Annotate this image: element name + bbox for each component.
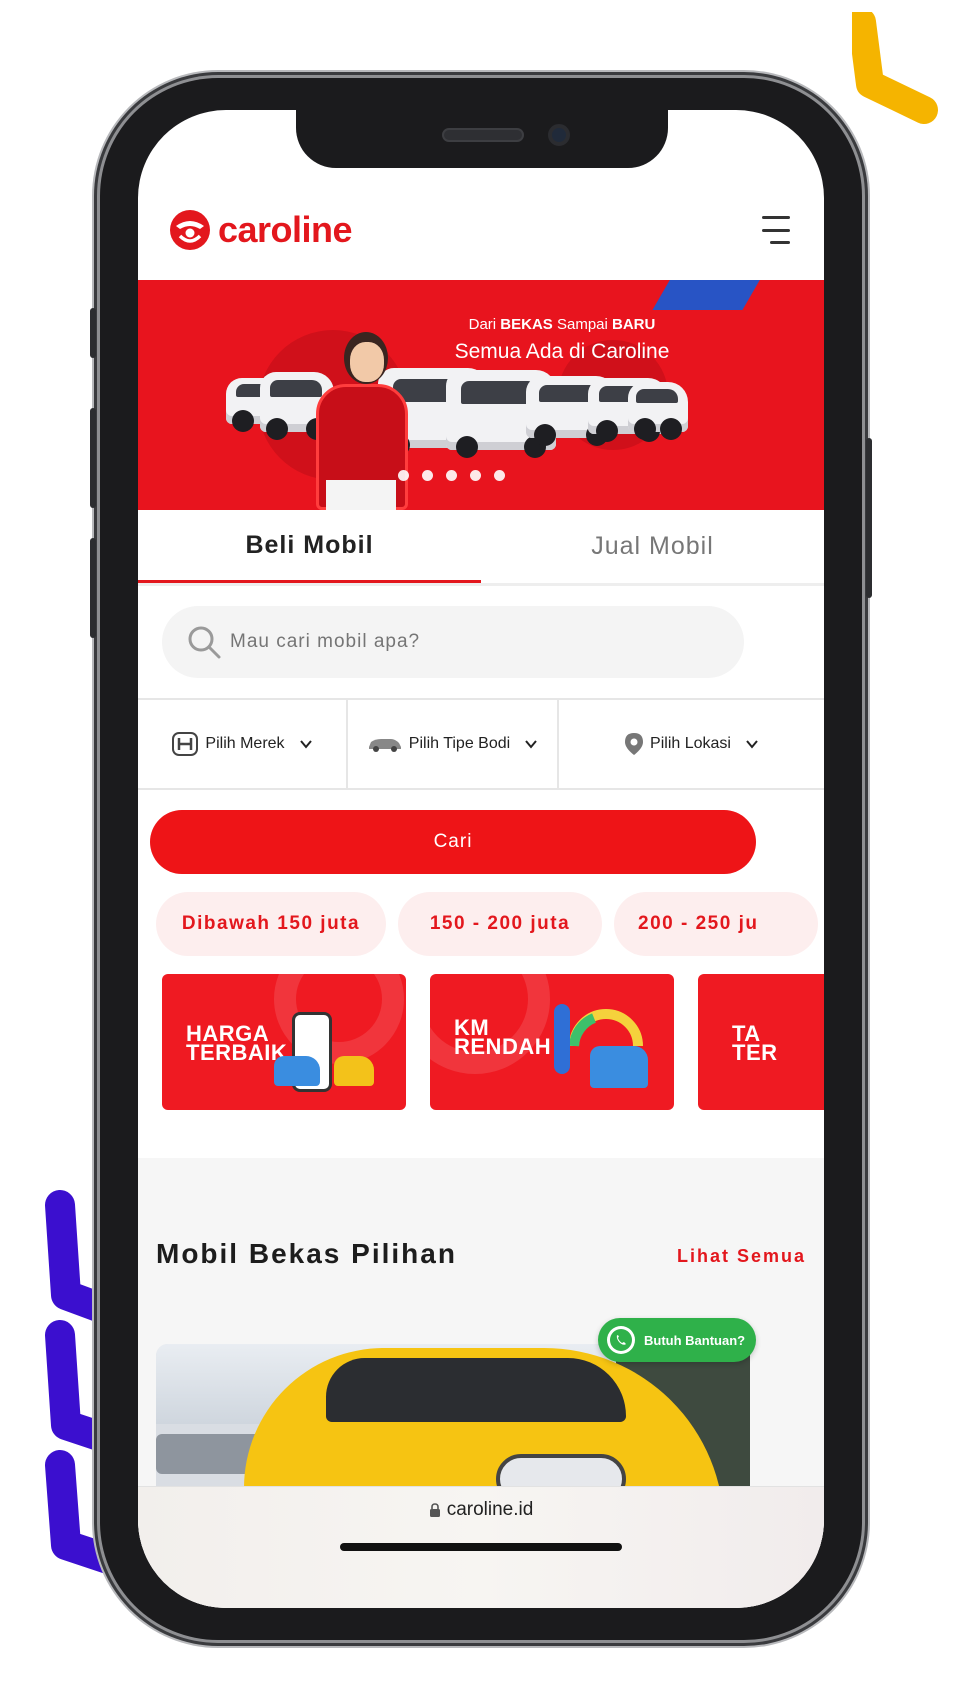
chevron-down-icon [525,740,537,749]
location-pin-icon [625,733,644,755]
phone-frame: caroline Dari BEKAS Sampai BARU Semua Ad… [90,78,872,1640]
search-submit-button[interactable]: Cari [150,810,756,874]
url-text: caroline.id [446,1499,534,1520]
notch [296,110,668,168]
search-input[interactable] [230,631,650,653]
banner-model-face [350,342,384,382]
logo-wordmark: caroline [218,209,353,250]
home-indicator[interactable] [340,1543,622,1551]
car-illustration [590,1046,648,1088]
location-filter-dropdown[interactable]: Pilih Lokasi [557,700,824,788]
banner-tagline: Dari BEKAS Sampai BARU [468,316,656,333]
price-chip-200-250[interactable]: 200 - 250 ju [614,892,818,956]
speedometer-illustration [569,1009,643,1047]
body-type-filter-label: Pilih Tipe Bodi [408,735,511,752]
banner-model-skirt [326,480,396,510]
banner-headline: Semua Ada di Caroline [454,340,670,363]
lock-icon [429,1503,440,1517]
promo-card-partial[interactable]: TA TER [698,974,824,1110]
power-button [866,438,872,598]
carousel-dot[interactable] [398,470,409,481]
car-body-icon [368,739,401,752]
filter-row: Pilih Merek Pilih Tipe Bodi Pilih Lokasi [138,698,824,790]
hero-banner-carousel[interactable]: Dari BEKAS Sampai BARU Semua Ada di Caro… [138,280,824,510]
see-all-link[interactable]: Lihat Semua [677,1246,806,1267]
whatsapp-help-button[interactable]: Butuh Bantuan? [598,1318,756,1362]
carousel-dot[interactable] [446,470,457,481]
carousel-dot[interactable] [422,470,433,481]
tab-jual-mobil[interactable]: Jual Mobil [481,510,824,583]
steering-wheel-logo-icon [170,210,210,250]
front-camera [548,124,570,146]
phone-screen: caroline Dari BEKAS Sampai BARU Semua Ad… [138,110,824,1608]
promo-title: KM RENDAH [454,1015,552,1059]
banner-car-image [628,382,688,440]
promo-cards-row: HARGA TERBAIK KM RENDAH TA TER [162,974,824,1110]
promo-card-km-rendah[interactable]: KM RENDAH [430,974,674,1110]
body-type-filter-dropdown[interactable]: Pilih Tipe Bodi [346,700,557,788]
search-icon [188,626,221,659]
brand-filter-dropdown[interactable]: Pilih Merek [138,700,346,788]
chevron-down-icon [746,740,758,749]
price-chip-150-200[interactable]: 150 - 200 juta [398,892,602,956]
stage: caroline Dari BEKAS Sampai BARU Semua Ad… [0,0,960,1704]
tab-beli-mobil[interactable]: Beli Mobil [138,510,481,583]
volume-down-button [90,538,96,638]
banner-blue-accent [652,280,766,310]
brand-logo-icon [172,732,199,756]
car-illustration [334,1056,374,1086]
chevron-down-icon [299,740,312,749]
hamburger-menu-icon[interactable] [756,216,790,244]
price-range-chips: Dibawah 150 juta 150 - 200 juta 200 - 25… [156,892,824,956]
volume-up-button [90,408,96,508]
mute-switch [90,308,96,358]
carousel-dot[interactable] [470,470,481,481]
carousel-dots [398,470,505,481]
person-illustration [554,1004,570,1074]
photo-windshield [326,1358,626,1422]
promo-title: HARGA TERBAIK [186,1021,288,1065]
speaker-grill [442,128,524,142]
site-header: caroline [138,170,824,290]
section-title: Mobil Bekas Pilihan [156,1238,457,1269]
url-display[interactable]: caroline.id [138,1499,824,1521]
car-illustration [274,1056,320,1086]
whatsapp-icon [607,1326,635,1354]
carousel-dot[interactable] [494,470,505,481]
promo-title: TA TER [732,1021,778,1065]
caroline-logo[interactable]: caroline [168,208,353,252]
price-chip-under-150[interactable]: Dibawah 150 juta [156,892,386,956]
buy-sell-tabs: Beli Mobil Jual Mobil [138,510,824,586]
brand-filter-label: Pilih Merek [205,735,285,752]
search-bar [162,606,744,678]
help-button-label: Butuh Bantuan? [644,1332,746,1348]
browser-address-bar: caroline.id [138,1486,824,1608]
location-filter-label: Pilih Lokasi [650,735,731,752]
promo-card-harga-terbaik[interactable]: HARGA TERBAIK [162,974,406,1110]
decorative-yellow-stroke [852,12,938,124]
